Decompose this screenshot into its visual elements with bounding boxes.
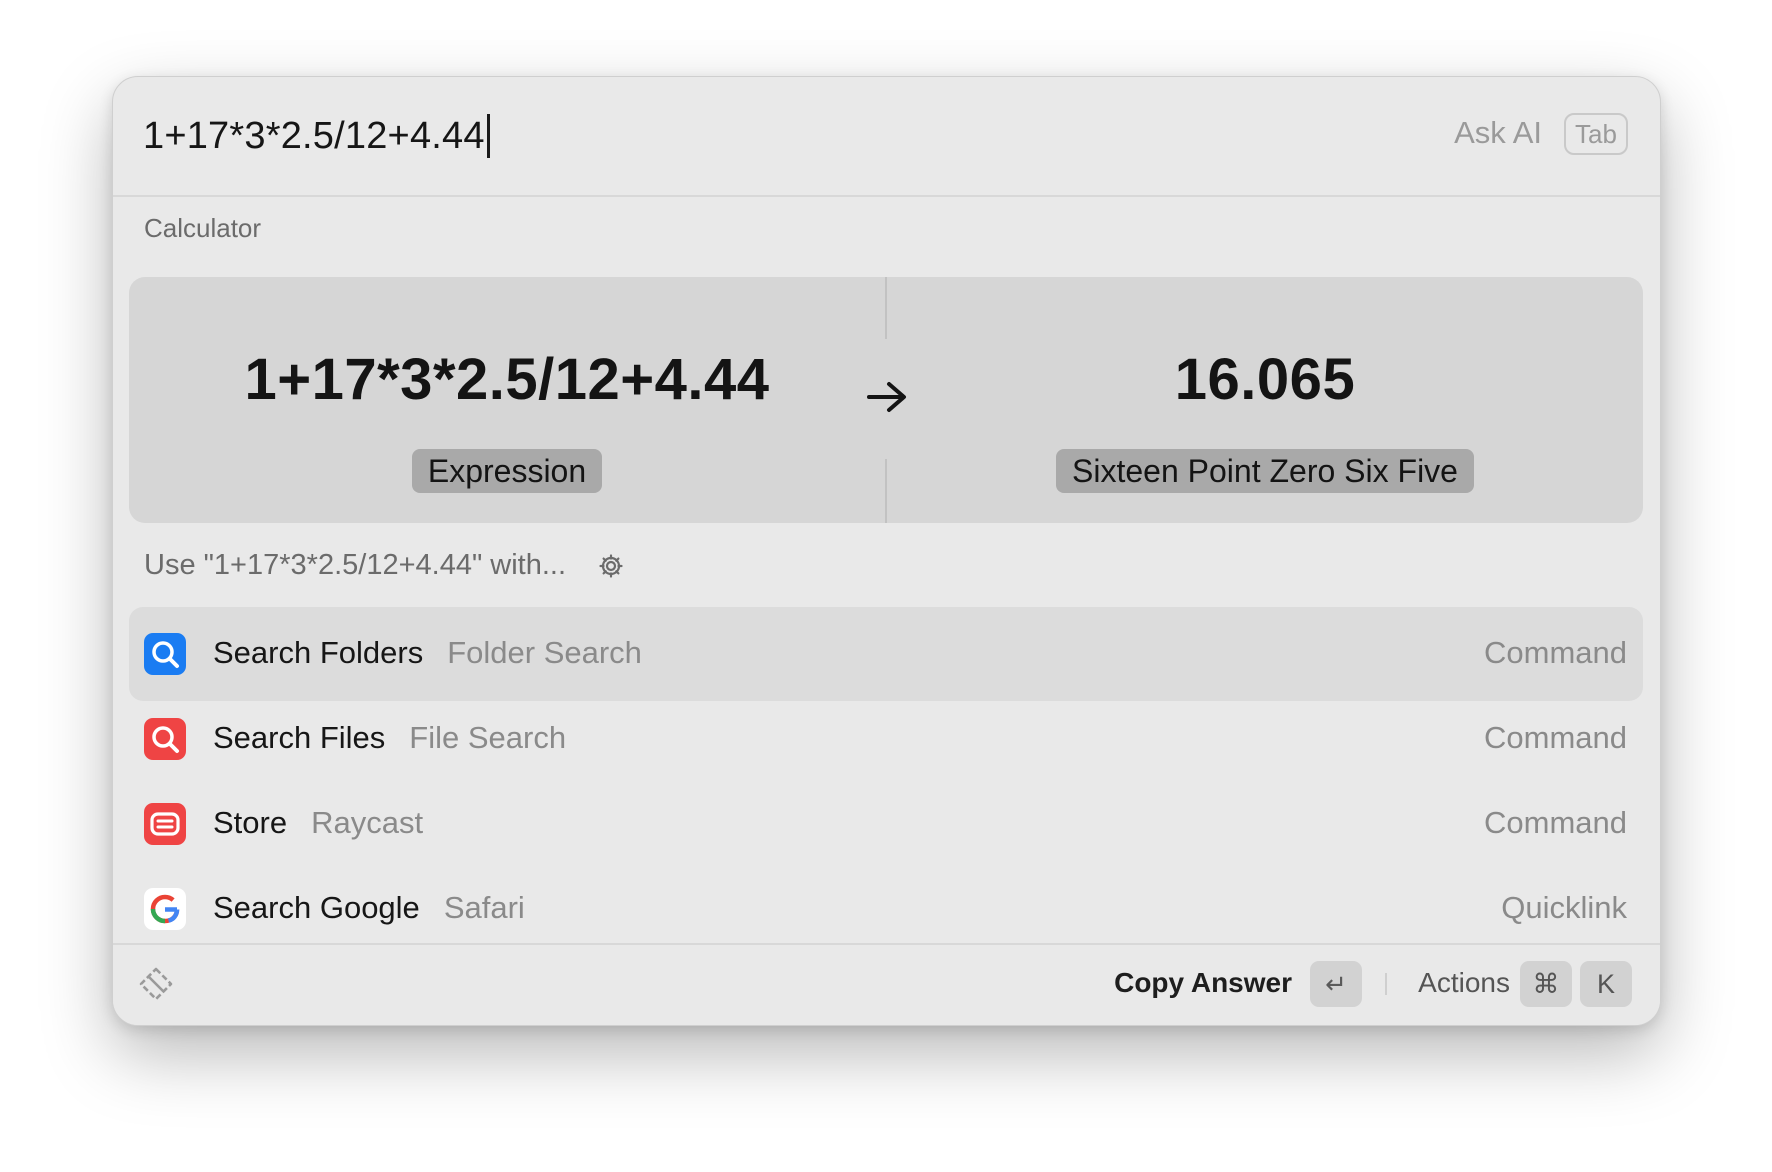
results-area: Calculator 1+17*3*2.5/12+4.44 Expression… [113, 77, 1660, 943]
enter-key-icon: ↵ [1310, 961, 1362, 1007]
use-with-header: Use "1+17*3*2.5/12+4.44" with... [144, 549, 624, 582]
footer-divider [1385, 973, 1387, 995]
list-item[interactable]: Store Raycast Command [129, 777, 1643, 871]
list-item-title: Search Files File Search [213, 720, 566, 756]
action-bar: Copy Answer ↵ Actions ⌘ K [113, 943, 1660, 1025]
list-item-title: Search Google Safari [213, 890, 525, 926]
item-kind: Command [1484, 805, 1627, 840]
item-kind: Quicklink [1501, 890, 1627, 925]
list-item-title: Search Folders Folder Search [213, 635, 642, 671]
item-subtitle: Safari [443, 890, 525, 925]
gear-icon[interactable] [598, 553, 624, 579]
calc-result-words: Sixteen Point Zero Six Five [1056, 449, 1474, 493]
item-subtitle: Folder Search [447, 635, 642, 670]
item-kind: Command [1484, 635, 1627, 670]
calc-expression: 1+17*3*2.5/12+4.44 [244, 347, 770, 412]
store-icon [144, 803, 186, 845]
list-item-title: Store Raycast [213, 805, 423, 841]
launcher-window: 1+17*3*2.5/12+4.44 Ask AI Tab Calculator… [112, 76, 1661, 1026]
calculator-card[interactable]: 1+17*3*2.5/12+4.44 Expression 16.065 Six… [129, 277, 1643, 523]
item-title-text: Search Files [213, 720, 386, 755]
list-item[interactable]: Search Google Safari Quicklink [129, 862, 1643, 943]
google-icon [144, 888, 186, 930]
command-key-icon: ⌘ [1520, 961, 1572, 1007]
file-search-icon [144, 718, 186, 760]
item-title-text: Store [213, 805, 288, 840]
list-item[interactable]: Search Files File Search Command [129, 692, 1643, 786]
item-kind: Command [1484, 720, 1627, 755]
item-title-text: Search Google [213, 890, 420, 925]
section-label-calculator: Calculator [144, 213, 262, 243]
actions-button[interactable]: Actions [1418, 967, 1510, 999]
calc-result-panel: 16.065 Sixteen Point Zero Six Five [887, 277, 1643, 523]
calc-expression-panel: 1+17*3*2.5/12+4.44 Expression [129, 277, 885, 523]
item-subtitle: Raycast [311, 805, 424, 840]
use-with-label: Use "1+17*3*2.5/12+4.44" with... [144, 549, 567, 581]
item-title-text: Search Folders [213, 635, 424, 670]
raycast-logo-icon[interactable] [137, 965, 175, 1003]
copy-answer-button[interactable]: Copy Answer [1114, 967, 1292, 999]
k-key-hint: K [1580, 961, 1632, 1007]
calc-result: 16.065 [1174, 347, 1356, 412]
folder-search-icon [144, 633, 186, 675]
item-subtitle: File Search [409, 720, 567, 755]
list-item[interactable]: Search Folders Folder Search Command [129, 607, 1643, 701]
calc-expression-label: Expression [411, 449, 603, 493]
